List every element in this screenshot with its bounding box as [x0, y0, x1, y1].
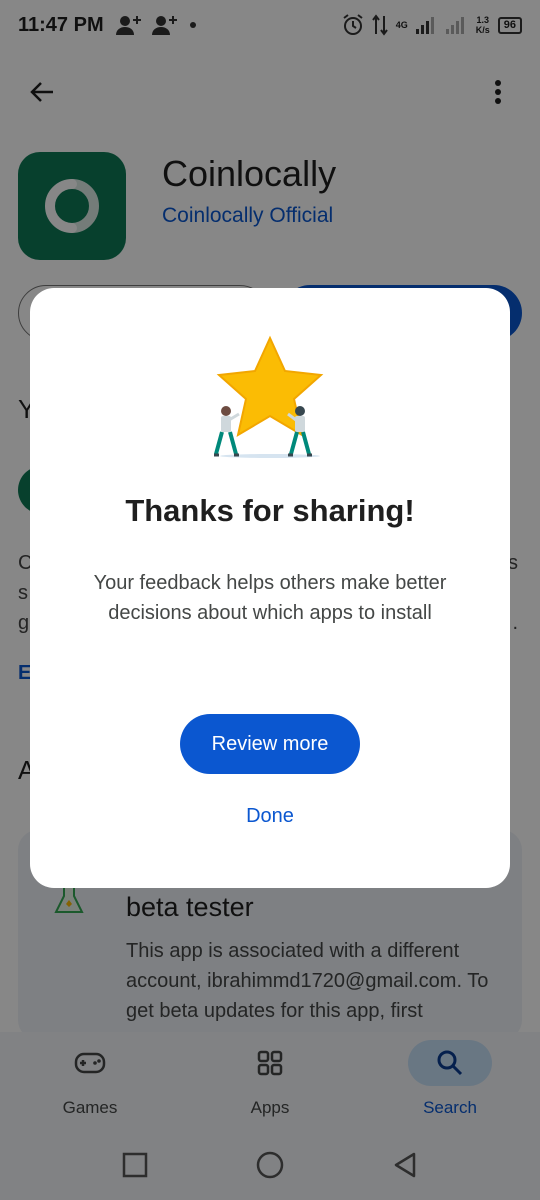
- star-illustration-icon: [214, 335, 324, 458]
- done-button[interactable]: Done: [210, 796, 330, 836]
- dialog-title: Thanks for sharing!: [125, 493, 415, 528]
- review-more-button[interactable]: Review more: [180, 714, 360, 774]
- thanks-dialog: Thanks for sharing! Your feedback helps …: [30, 288, 510, 888]
- dialog-message: Your feedback helps others make better d…: [93, 572, 447, 624]
